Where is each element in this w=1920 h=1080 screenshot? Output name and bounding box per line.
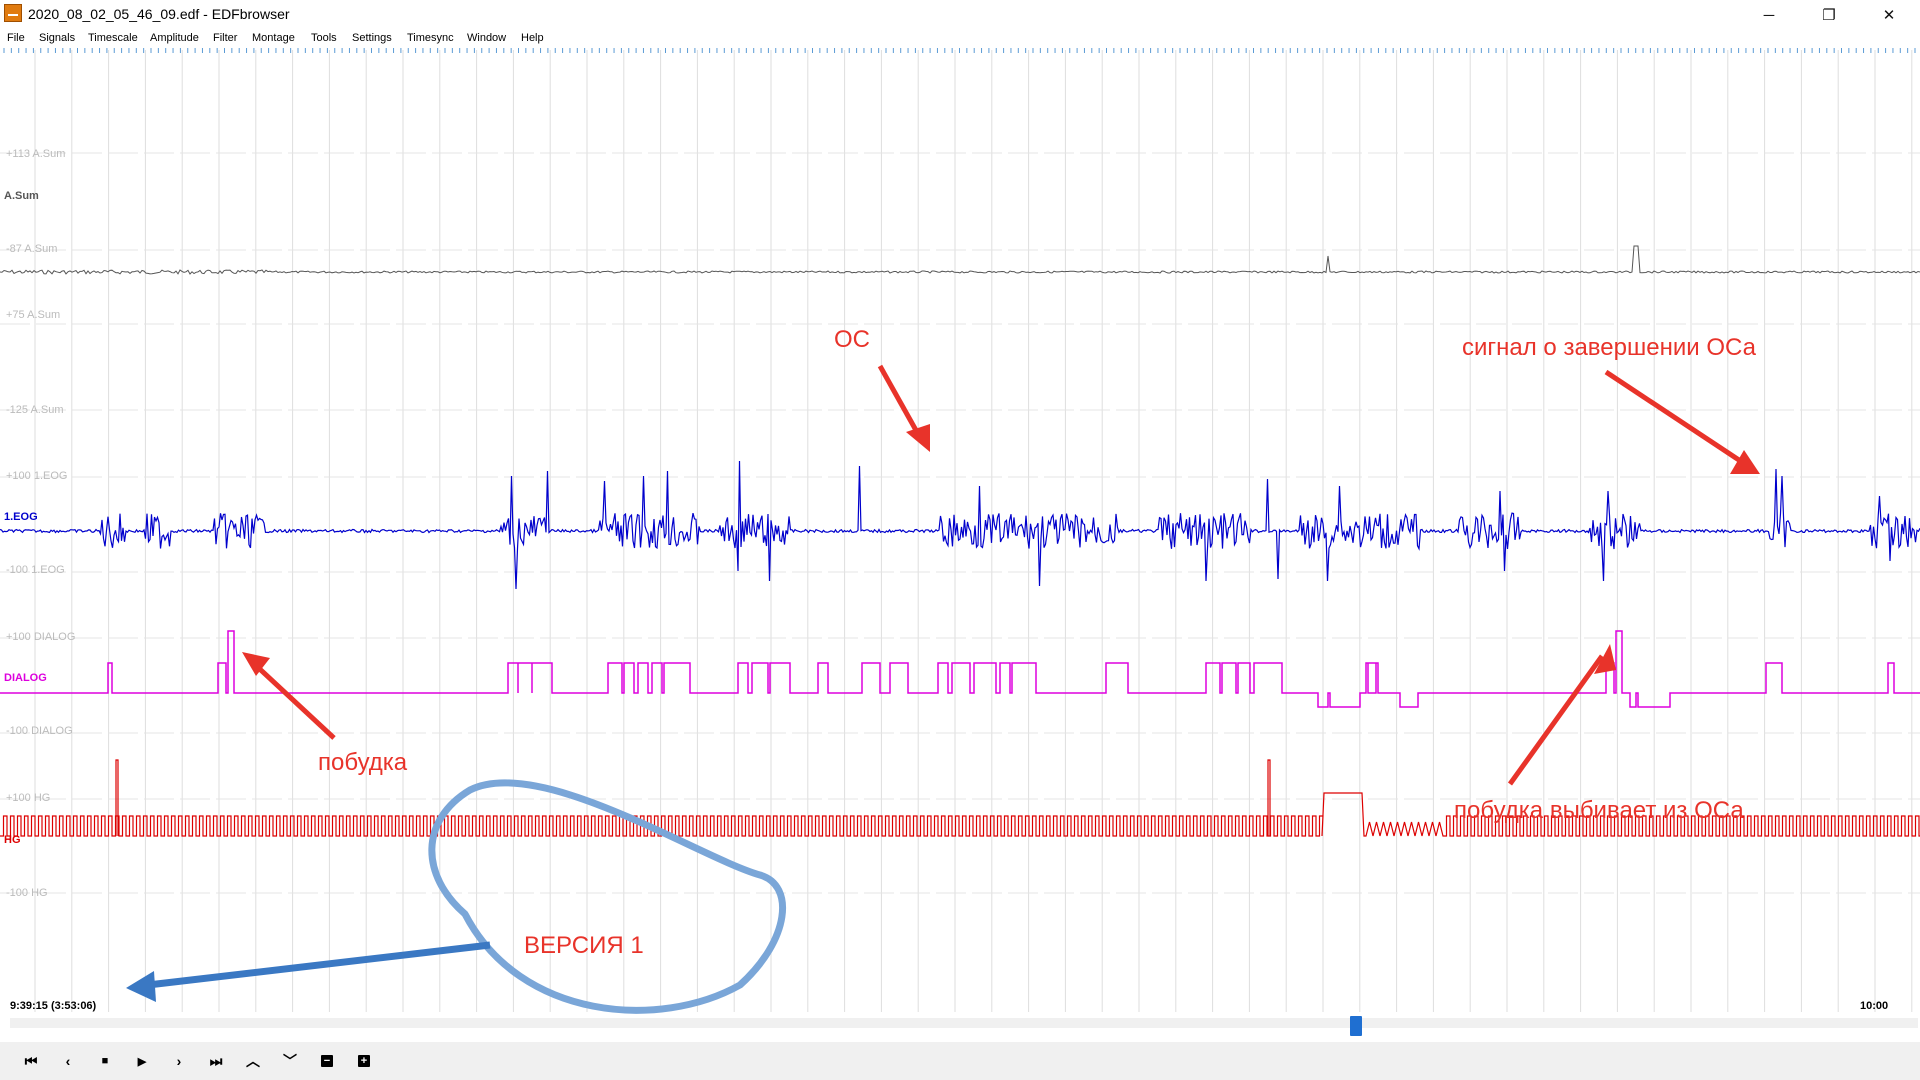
menu-montage[interactable]: Montage <box>252 32 295 44</box>
dialog-top-label: +100 DIALOG <box>6 631 75 643</box>
edfbrowser-app-icon <box>4 4 22 22</box>
last-page-button[interactable]: ⏭ <box>203 1050 229 1072</box>
annotation-os-text: ОС <box>834 326 870 353</box>
eog-bottom-label: -100 1.EOG <box>6 564 65 576</box>
arrow-wake-breaks <box>1507 654 1605 786</box>
time-scrollbar[interactable] <box>10 1018 1918 1028</box>
arrow-wake <box>248 658 336 740</box>
arrow-version <box>147 941 491 989</box>
asum2-bottom-label: -125 A.Sum <box>6 404 63 416</box>
amplitude-down-button[interactable]: ﹀ <box>277 1050 303 1072</box>
hg-top-label: +100 HG <box>6 792 50 804</box>
menu-settings[interactable]: Settings <box>352 32 392 44</box>
arrow-version-head <box>126 971 156 1002</box>
amplitude-up-button[interactable]: ︿ <box>240 1050 266 1072</box>
minus-icon: − <box>321 1055 333 1067</box>
asum2-top-label: +75 A.Sum <box>6 309 60 321</box>
asum-top-label: +113 A.Sum <box>6 148 65 160</box>
eog-top-label: +100 1.EOG <box>6 470 67 482</box>
menu-signals[interactable]: Signals <box>39 32 75 44</box>
play-button[interactable]: ▶ <box>129 1050 155 1072</box>
menu-timescale[interactable]: Timescale <box>88 32 138 44</box>
red-annotations: ОС сигнал о завершении ОСа побудка побуд… <box>242 326 1760 824</box>
next-button[interactable]: › <box>166 1050 192 1072</box>
menu-amplitude[interactable]: Amplitude <box>150 32 199 44</box>
close-button[interactable]: ✕ <box>1866 0 1912 30</box>
maximize-button[interactable]: ❐ <box>1806 0 1852 30</box>
playback-toolbar: ⏮ ‹ ■ ▶ › ⏭ ︿ ﹀ − + <box>0 1042 1920 1080</box>
dialog-bottom-label: -100 DIALOG <box>6 725 73 737</box>
time-scrollbar-thumb[interactable] <box>1349 1016 1362 1036</box>
signal-plot-area[interactable]: +113 A.Sum A.Sum -87 A.Sum +75 A.Sum -12… <box>0 48 1920 1014</box>
eog-trace <box>0 460 1920 590</box>
end-time-label: 10:00 <box>1860 1000 1888 1012</box>
annotation-end-signal-text: сигнал о завершении ОСа <box>1462 334 1757 361</box>
stop-button[interactable]: ■ <box>92 1050 118 1072</box>
window-title: 2020_08_02_05_46_09.edf - EDFbrowser <box>28 6 290 22</box>
annotation-wake-text: побудка <box>318 749 408 776</box>
arrow-end-signal <box>1604 369 1750 469</box>
menu-timesync[interactable]: Timesync <box>407 32 454 44</box>
asum-signal-name[interactable]: A.Sum <box>4 190 39 202</box>
plus-icon: + <box>358 1055 370 1067</box>
asum-bottom-label: -87 A.Sum <box>6 243 57 255</box>
menu-filter[interactable]: Filter <box>213 32 237 44</box>
annotation-version-text: ВЕРСИЯ 1 <box>524 932 644 959</box>
dialog-signal-name[interactable]: DIALOG <box>4 672 47 684</box>
hg-bottom-label: -100 HG <box>6 887 48 899</box>
minimize-button[interactable]: ─ <box>1746 0 1792 30</box>
menu-bar: File Signals Timescale Amplitude Filter … <box>0 30 1920 48</box>
first-page-button[interactable]: ⏮ <box>18 1050 44 1072</box>
arrow-end-signal-head <box>1730 450 1760 474</box>
menu-window[interactable]: Window <box>467 32 506 44</box>
zoom-in-button[interactable]: + <box>351 1050 377 1072</box>
prev-button[interactable]: ‹ <box>55 1050 81 1072</box>
eog-signal-name[interactable]: 1.EOG <box>4 511 38 523</box>
zoom-out-button[interactable]: − <box>314 1050 340 1072</box>
annotation-wake-breaks-text: побудка выбивает из ОСа <box>1454 797 1744 824</box>
menu-file[interactable]: File <box>7 32 25 44</box>
title-bar: 2020_08_02_05_46_09.edf - EDFbrowser ─ ❐… <box>0 0 1920 30</box>
menu-help[interactable]: Help <box>521 32 544 44</box>
hand-drawn-circle <box>428 779 786 1014</box>
menu-tools[interactable]: Tools <box>311 32 337 44</box>
start-time-label: 9:39:15 (3:53:06) <box>10 1000 97 1012</box>
